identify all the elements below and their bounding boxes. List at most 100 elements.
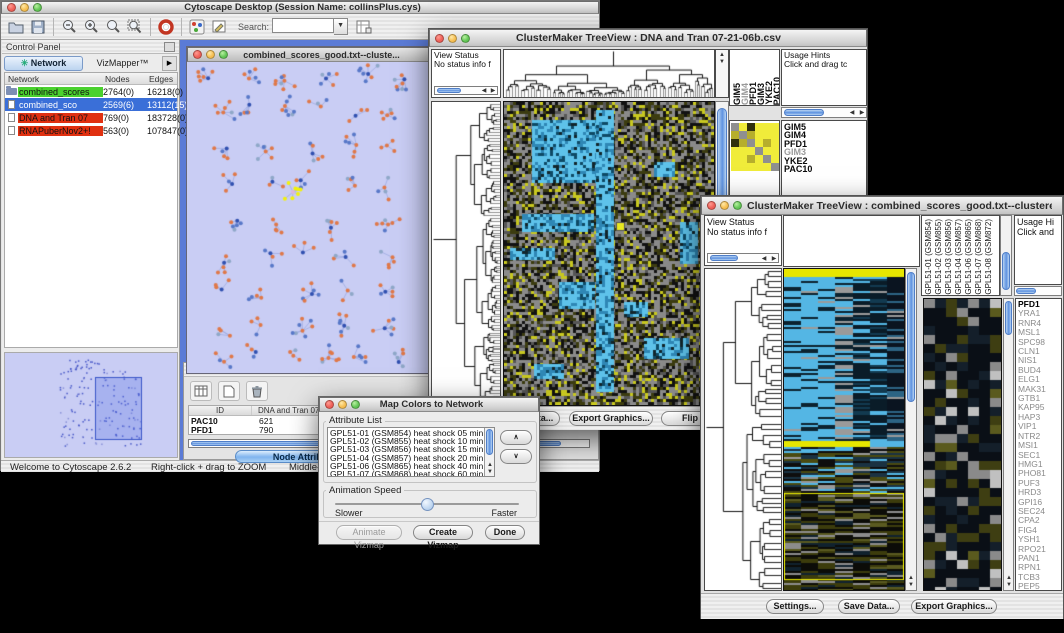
- birds-eye-view[interactable]: [4, 352, 178, 458]
- tv1-column-label[interactable]: GIM3: [756, 83, 764, 105]
- matrix-cell[interactable]: [731, 147, 739, 155]
- tv2-column-label[interactable]: GPL51-04 (GSM857): [954, 219, 963, 295]
- matrix-cell[interactable]: [763, 123, 771, 131]
- matrix-cell[interactable]: [763, 155, 771, 163]
- zoom-selected-icon[interactable]: [103, 18, 123, 36]
- slider-thumb[interactable]: [421, 498, 434, 511]
- tv2-gene-list[interactable]: PFD1YRA1RNR4MSL1SPC98CLN1NIS1BUD4ELG1MAK…: [1016, 299, 1061, 591]
- attribute-list-item[interactable]: GPL51-07 (GSM868) heat shock 60 min: [330, 470, 492, 477]
- matrix-cell[interactable]: [747, 123, 755, 131]
- zoom-in-icon[interactable]: [81, 18, 101, 36]
- tv1-gene-list[interactable]: GIM5GIM4PFD1GIM3YKE2PAC10: [782, 121, 866, 173]
- matrix-cell[interactable]: [731, 139, 739, 147]
- done-button[interactable]: Done: [485, 525, 525, 540]
- matrix-cell[interactable]: [731, 155, 739, 163]
- close-button[interactable]: [193, 50, 202, 59]
- tv1-column-dendrogram[interactable]: [503, 49, 715, 98]
- move-up-button[interactable]: ∧: [500, 430, 532, 445]
- tv2-column-dendrogram[interactable]: [783, 215, 920, 267]
- table-icon[interactable]: [190, 381, 212, 401]
- save-icon[interactable]: [28, 18, 48, 36]
- gene-label[interactable]: PEP5: [1018, 582, 1061, 591]
- tab-overflow-arrow[interactable]: ▶: [162, 56, 177, 71]
- col-network[interactable]: Network: [5, 74, 105, 84]
- attribute-listbox[interactable]: GPL51-01 (GSM854) heat shock 05 minGPL51…: [327, 427, 495, 477]
- zoom-out-icon[interactable]: [59, 18, 79, 36]
- matrix-cell[interactable]: [771, 163, 779, 171]
- matrix-cell[interactable]: [739, 131, 747, 139]
- zoom-button[interactable]: [219, 50, 228, 59]
- tv2-status-scrollbar[interactable]: ◀▶: [707, 253, 779, 263]
- matrix-cell[interactable]: [731, 163, 739, 171]
- minimize-button[interactable]: [20, 3, 29, 12]
- tv2-column-label[interactable]: GPL51-01 (GSM854): [924, 219, 933, 295]
- tv1-column-label[interactable]: PFD1: [748, 82, 756, 105]
- matrix-cell[interactable]: [763, 139, 771, 147]
- zoom-button[interactable]: [461, 34, 470, 43]
- help-lifering-icon[interactable]: [156, 18, 176, 36]
- tv2-column-label[interactable]: GPL51-07 (GSM868): [974, 219, 983, 295]
- matrix-cell[interactable]: [747, 155, 755, 163]
- tv2-save-data-button[interactable]: Save Data...: [838, 599, 900, 614]
- matrix-cell[interactable]: [763, 163, 771, 171]
- matrix-cell[interactable]: [747, 139, 755, 147]
- annotation-icon[interactable]: [209, 18, 229, 36]
- tv2-heatmap[interactable]: [783, 268, 905, 591]
- tv1-heatmap[interactable]: [503, 101, 715, 406]
- overview-canvas[interactable]: [5, 353, 177, 457]
- tv1-column-label[interactable]: GIM4: [740, 83, 748, 105]
- treeview1-titlebar[interactable]: ClusterMaker TreeView : DNA and Tran 07-…: [429, 29, 867, 47]
- tv1-row-dendrogram[interactable]: [431, 101, 501, 406]
- matrix-cell[interactable]: [747, 147, 755, 155]
- tv1-column-label[interactable]: PAC10: [772, 77, 780, 105]
- network-table-row[interactable]: DNA and Tran 07 769(0) 183728(0): [5, 111, 177, 124]
- minimize-button[interactable]: [720, 201, 729, 210]
- matrix-cell[interactable]: [771, 147, 779, 155]
- matrix-cell[interactable]: [747, 131, 755, 139]
- tv1-column-label[interactable]: YKE2: [764, 81, 772, 105]
- zoom-button[interactable]: [33, 3, 42, 12]
- treeview2-titlebar[interactable]: ClusterMaker TreeView : combined_scores_…: [701, 196, 1063, 215]
- tv2-column-label[interactable]: GPL51-02 (GSM855): [934, 219, 943, 295]
- search-input[interactable]: [272, 18, 334, 33]
- matrix-cell[interactable]: [771, 139, 779, 147]
- delete-attribute-icon[interactable]: [246, 381, 268, 401]
- open-file-icon[interactable]: [6, 18, 26, 36]
- new-attribute-icon[interactable]: [218, 381, 240, 401]
- tv2-column-label[interactable]: GPL51-06 (GSM865): [964, 219, 973, 295]
- zoom-button[interactable]: [351, 400, 360, 409]
- matrix-cell[interactable]: [739, 155, 747, 163]
- float-panel-icon[interactable]: [164, 42, 175, 52]
- tv1-column-label[interactable]: GIM5: [732, 83, 740, 105]
- col-edges[interactable]: Edges: [149, 74, 177, 84]
- matrix-cell[interactable]: [755, 131, 763, 139]
- tv2-heatmap-vscrollbar[interactable]: ▲▼: [905, 268, 917, 591]
- tv2-hints-scrollbar[interactable]: [1014, 286, 1062, 296]
- minimize-button[interactable]: [338, 400, 347, 409]
- tv2-export-graphics-button[interactable]: Export Graphics...: [911, 599, 997, 614]
- tv1-hints-scrollbar[interactable]: ◀▶: [781, 107, 867, 118]
- tv2-labels-scrollbar[interactable]: [1000, 215, 1012, 296]
- tv2-settings-button[interactable]: Settings...: [766, 599, 824, 614]
- tv1-export-graphics-button[interactable]: Export Graphics...: [569, 411, 653, 426]
- network-table-row[interactable]: combined_sco 2569(6) 13112(15): [5, 98, 177, 111]
- gene-label[interactable]: PAC10: [784, 165, 866, 173]
- tv1-zoom-matrix[interactable]: [731, 123, 779, 171]
- matrix-cell[interactable]: [763, 147, 771, 155]
- matrix-cell[interactable]: [747, 163, 755, 171]
- move-down-button[interactable]: ∨: [500, 449, 532, 464]
- tab-vizmapper[interactable]: VizMapper™: [84, 57, 161, 70]
- tv2-row-dendrogram[interactable]: [704, 268, 782, 591]
- tv2-zoom-vscrollbar[interactable]: ▲▼: [1003, 298, 1014, 591]
- vizmapper-icon[interactable]: [187, 18, 207, 36]
- matrix-cell[interactable]: [739, 163, 747, 171]
- search-dropdown-button[interactable]: ▼: [334, 18, 348, 35]
- matrix-cell[interactable]: [731, 123, 739, 131]
- zoom-button[interactable]: [733, 201, 742, 210]
- tv2-zoom-heatmap[interactable]: [923, 298, 1002, 591]
- matrix-cell[interactable]: [755, 163, 763, 171]
- matrix-cell[interactable]: [755, 123, 763, 131]
- network-table-row[interactable]: combined_scores 2764(0) 16218(0): [5, 85, 177, 98]
- attribute-list-scrollbar[interactable]: ▲▼: [484, 428, 494, 476]
- col-id[interactable]: ID: [189, 406, 252, 415]
